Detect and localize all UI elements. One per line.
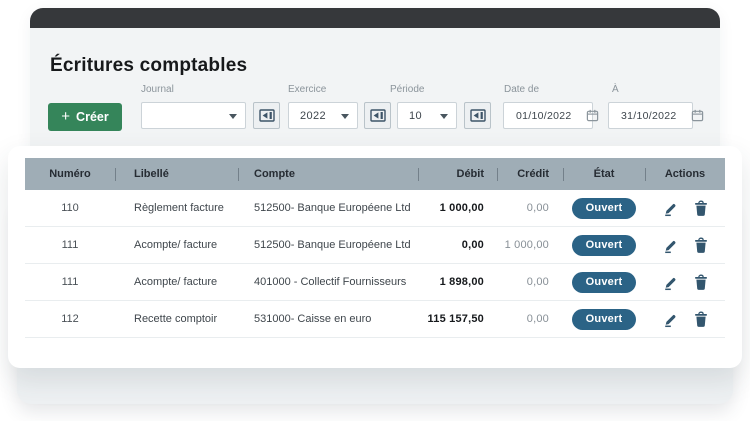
periode-label: Période xyxy=(390,84,425,95)
exercice-label: Exercice xyxy=(288,84,327,95)
cell-debit: 1 000,00 xyxy=(439,202,484,214)
date-from-label: Date de xyxy=(504,84,540,95)
window-titlebar xyxy=(30,8,720,28)
cell-credit: 0,00 xyxy=(526,202,549,214)
date-to-label: À xyxy=(612,84,619,95)
table-body: 110 Règlement facture 512500- Banque Eur… xyxy=(25,190,725,338)
calendar-icon[interactable] xyxy=(586,109,599,122)
cell-credit: 1 000,00 xyxy=(504,239,549,251)
edit-button[interactable] xyxy=(662,311,679,328)
table-row: 111 Acompte/ facture 512500- Banque Euro… xyxy=(25,227,725,264)
cell-numero: 111 xyxy=(61,276,79,288)
table-row: 112 Recette comptoir 531000- Caisse en e… xyxy=(25,301,725,338)
status-badge: Ouvert xyxy=(571,308,637,330)
trash-icon xyxy=(694,311,707,327)
column-header-credit: Crédit xyxy=(517,168,549,180)
chevron-down-icon xyxy=(440,114,448,119)
calendar-icon[interactable] xyxy=(691,109,704,122)
column-header-actions: Actions xyxy=(664,168,706,180)
cell-libelle: Acompte/ facture xyxy=(134,239,218,251)
column-header-compte: Compte xyxy=(254,168,295,180)
journal-select[interactable] xyxy=(141,102,246,129)
delete-button[interactable] xyxy=(693,274,709,291)
table-row: 111 Acompte/ facture 401000 - Collectif … xyxy=(25,264,725,301)
cell-libelle: Recette comptoir xyxy=(134,313,218,325)
journal-lookup-button[interactable] xyxy=(253,102,280,129)
column-header-debit: Débit xyxy=(456,168,485,180)
cell-numero: 110 xyxy=(61,202,79,214)
trash-icon xyxy=(694,237,707,253)
create-button[interactable]: + Créer xyxy=(48,103,122,131)
column-header-etat: État xyxy=(593,168,615,180)
pencil-icon xyxy=(664,240,675,253)
cell-debit: 1 898,00 xyxy=(439,276,484,288)
trash-icon xyxy=(694,200,707,216)
edit-button[interactable] xyxy=(662,200,679,217)
cell-credit: 0,00 xyxy=(526,276,549,288)
cell-compte: 512500- Banque Européene Ltd xyxy=(254,202,411,214)
edit-button[interactable] xyxy=(662,274,679,291)
chevron-down-icon xyxy=(229,114,237,119)
periode-select[interactable]: 10 xyxy=(397,102,457,129)
page-title: Écritures comptables xyxy=(50,55,248,76)
exercice-lookup-button[interactable] xyxy=(364,102,391,129)
cell-libelle: Règlement facture xyxy=(134,202,224,214)
status-badge: Ouvert xyxy=(571,271,637,293)
cell-compte: 531000- Caisse en euro xyxy=(254,313,372,325)
exercice-select[interactable]: 2022 xyxy=(288,102,358,129)
cell-debit: 0,00 xyxy=(461,239,484,251)
edit-button[interactable] xyxy=(662,237,679,254)
status-badge: Ouvert xyxy=(571,197,637,219)
plus-icon: + xyxy=(61,108,71,125)
delete-button[interactable] xyxy=(693,311,709,328)
periode-select-value: 10 xyxy=(409,109,423,122)
delete-button[interactable] xyxy=(693,200,709,217)
journal-label: Journal xyxy=(141,84,174,95)
date-to-field[interactable] xyxy=(608,102,704,129)
cell-debit: 115 157,50 xyxy=(427,313,484,325)
entries-table-card: Numéro Libellé Compte Débit Crédit État … xyxy=(8,146,742,368)
cell-numero: 111 xyxy=(61,239,79,251)
cell-credit: 0,00 xyxy=(526,313,549,325)
cell-compte: 512500- Banque Européene Ltd xyxy=(254,239,411,251)
date-from-field[interactable] xyxy=(503,102,599,129)
pencil-icon xyxy=(664,277,675,290)
cell-compte: 401000 - Collectif Fournisseurs xyxy=(254,276,407,288)
create-button-label: Créer xyxy=(76,110,109,124)
date-from-input[interactable] xyxy=(516,109,578,122)
delete-button[interactable] xyxy=(693,237,709,254)
table-row: 110 Règlement facture 512500- Banque Eur… xyxy=(25,190,725,227)
lookup-window-icon xyxy=(469,109,486,122)
column-header-libelle: Libellé xyxy=(134,168,169,180)
pencil-icon xyxy=(664,314,675,327)
column-header-numero: Numéro xyxy=(49,168,91,180)
cell-numero: 112 xyxy=(61,313,79,325)
periode-lookup-button[interactable] xyxy=(464,102,491,129)
table-header: Numéro Libellé Compte Débit Crédit État … xyxy=(25,158,725,190)
chevron-down-icon xyxy=(341,114,349,119)
cell-libelle: Acompte/ facture xyxy=(134,276,218,288)
exercice-select-value: 2022 xyxy=(300,109,327,122)
status-badge: Ouvert xyxy=(571,234,637,256)
pencil-icon xyxy=(664,203,675,216)
trash-icon xyxy=(694,274,707,290)
lookup-window-icon xyxy=(369,109,386,122)
date-to-input[interactable] xyxy=(621,109,683,122)
lookup-window-icon xyxy=(258,109,275,122)
